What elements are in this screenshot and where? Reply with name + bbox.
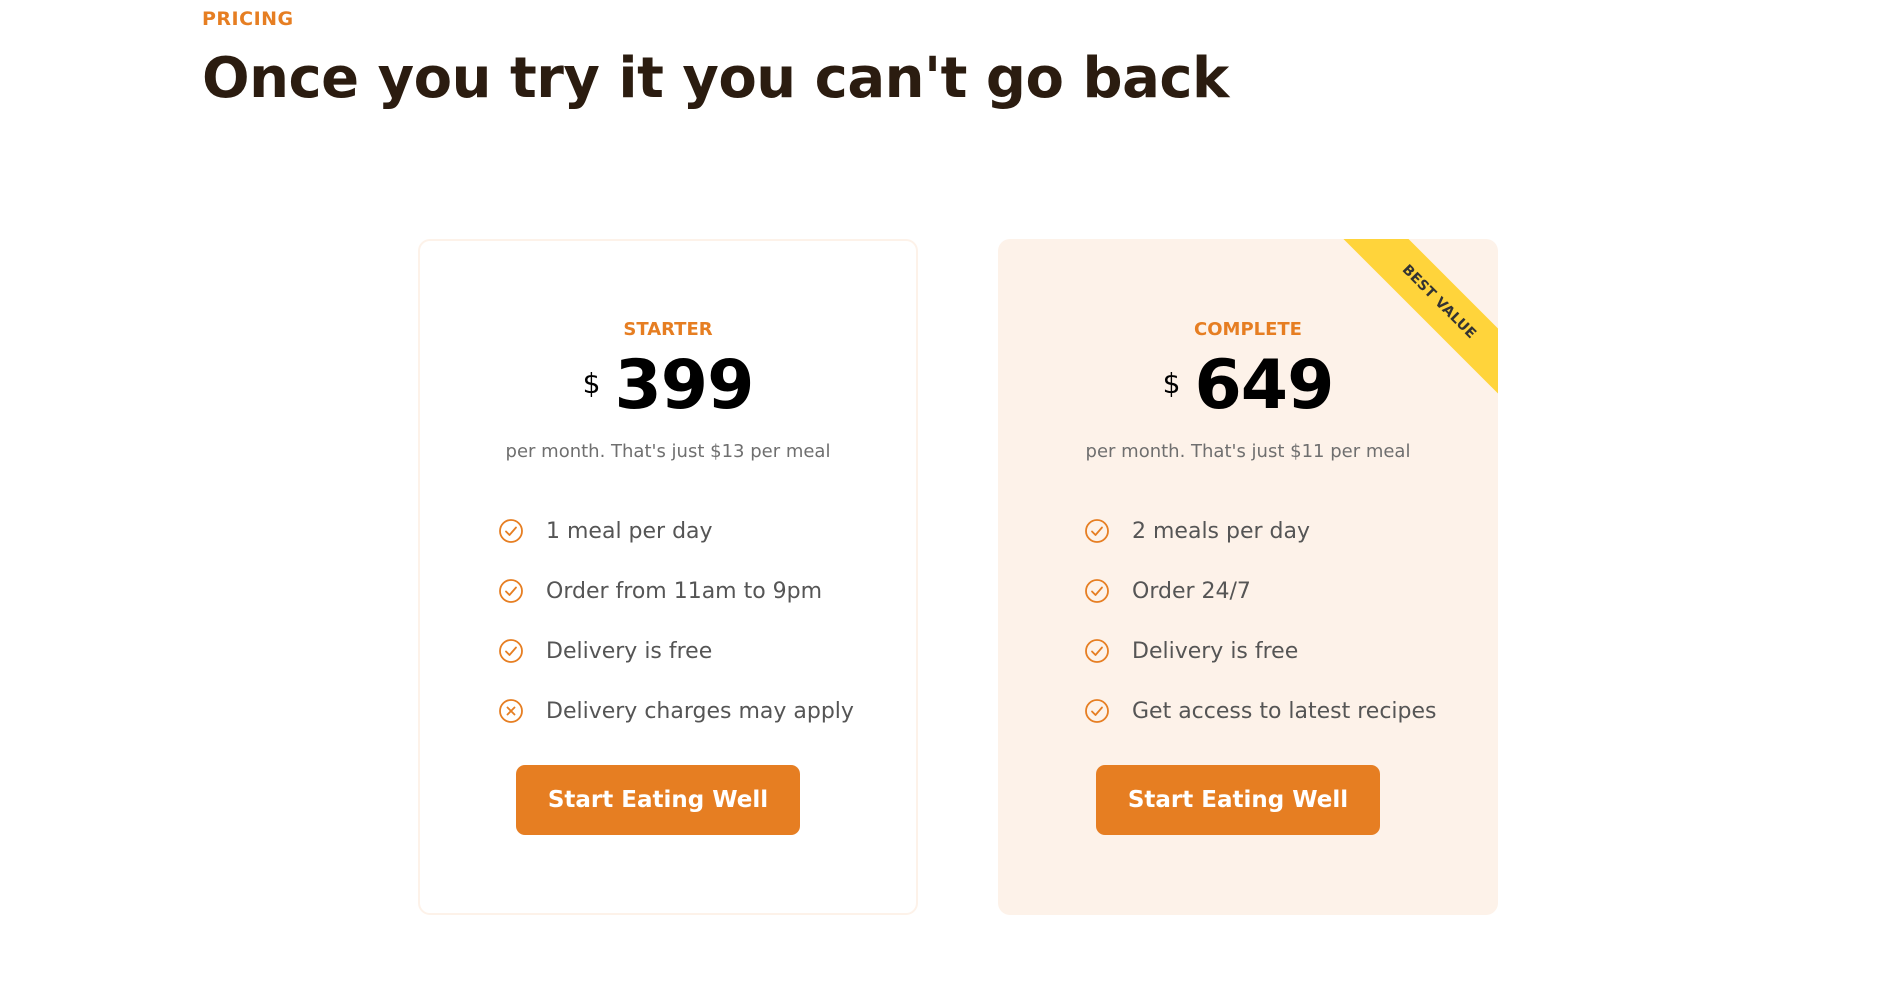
feature-text: Delivery is free [1132, 638, 1299, 664]
price-note: per month. That's just $13 per meal [505, 441, 831, 462]
feature-item: Delivery is free [1084, 621, 1437, 681]
currency-symbol: $ [582, 367, 601, 400]
plan-name: COMPLETE [1194, 319, 1302, 340]
price-amount: 649 [1194, 346, 1334, 425]
pricing-subheading: PRICING [202, 8, 294, 30]
feature-item: 2 meals per day [1084, 501, 1437, 561]
currency-symbol: $ [1162, 367, 1181, 400]
close-circle-icon [499, 699, 523, 723]
feature-item: Get access to latest recipes [1084, 681, 1437, 741]
plan-price: $649 [998, 341, 1498, 431]
check-circle-icon [499, 519, 523, 543]
price-note: per month. That's just $11 per meal [1085, 441, 1411, 462]
feature-text: Delivery is free [546, 638, 713, 664]
price-amount: 399 [614, 346, 754, 425]
check-circle-icon [1085, 699, 1109, 723]
check-circle-icon [499, 579, 523, 603]
start-eating-well-button[interactable]: Start Eating Well [1096, 765, 1380, 835]
pricing-card-starter: STARTER $399 per month. That's just $13 … [418, 239, 918, 915]
check-circle-icon [1085, 519, 1109, 543]
plan-price: $399 [420, 341, 916, 431]
feature-text: Order from 11am to 9pm [546, 578, 823, 604]
feature-item: Order from 11am to 9pm [498, 561, 854, 621]
feature-item: 1 meal per day [498, 501, 854, 561]
feature-list: 2 meals per day Order 24/7 Delivery is f… [1084, 501, 1437, 741]
feature-text: Order 24/7 [1132, 578, 1251, 604]
feature-text: Get access to latest recipes [1132, 698, 1437, 724]
pricing-card-complete: BEST VALUE COMPLETE $649 per month. That… [998, 239, 1498, 915]
start-eating-well-button[interactable]: Start Eating Well [516, 765, 800, 835]
check-circle-icon [1085, 639, 1109, 663]
plan-name: STARTER [623, 319, 713, 340]
check-circle-icon [499, 639, 523, 663]
feature-item: Order 24/7 [1084, 561, 1437, 621]
pricing-heading: Once you try it you can't go back [202, 46, 1229, 111]
check-circle-icon [1085, 579, 1109, 603]
feature-list: 1 meal per day Order from 11am to 9pm De… [498, 501, 854, 741]
feature-item: Delivery is free [498, 621, 854, 681]
feature-text: Delivery charges may apply [546, 698, 854, 724]
feature-item: Delivery charges may apply [498, 681, 854, 741]
feature-text: 2 meals per day [1132, 518, 1311, 544]
feature-text: 1 meal per day [546, 518, 713, 544]
